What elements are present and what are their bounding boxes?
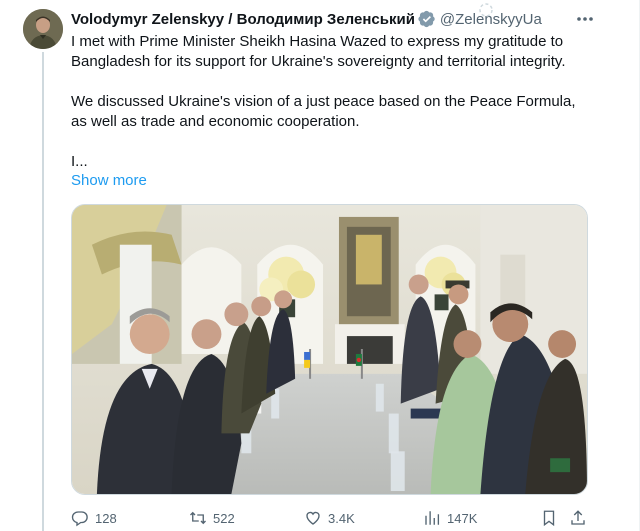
- verified-badge-icon[interactable]: [418, 10, 436, 28]
- tweet-paragraph: I met with Prime Minister Sheikh Hasina …: [71, 33, 566, 70]
- bookmark-button[interactable]: [540, 508, 558, 528]
- tweet-actions-bar: 128 522 3.4K 147K: [71, 508, 588, 528]
- heart-icon: [306, 511, 320, 525]
- thread-connector-line: [42, 52, 44, 531]
- avatar-photo: [23, 9, 63, 49]
- tweet-paragraph: We discussed Ukraine's vision of a just …: [71, 93, 576, 130]
- show-more-link[interactable]: Show more: [71, 172, 147, 189]
- repost-icon: [190, 511, 206, 525]
- views-chart-icon: [425, 511, 440, 525]
- author-avatar[interactable]: [23, 9, 63, 49]
- views-button[interactable]: 147K: [423, 508, 477, 528]
- tweet-media-photo[interactable]: [71, 204, 588, 495]
- like-button[interactable]: 3.4K: [304, 508, 355, 528]
- reply-button[interactable]: 128: [71, 508, 117, 528]
- meeting-room-photo: [72, 205, 587, 494]
- tweet-text: I met with Prime Minister Sheikh Hasina …: [71, 32, 591, 172]
- share-icon: [571, 510, 585, 525]
- repost-button[interactable]: 522: [189, 508, 235, 528]
- tweet-paragraph: I...: [71, 153, 88, 170]
- like-count: 3.4K: [328, 510, 355, 526]
- loading-spinner-icon: [479, 3, 493, 17]
- more-options-icon[interactable]: [574, 9, 596, 29]
- bookmark-icon: [543, 510, 555, 527]
- reply-count: 128: [95, 510, 117, 526]
- reply-icon: [71, 511, 88, 527]
- view-count: 147K: [447, 510, 478, 526]
- share-button[interactable]: [569, 508, 587, 528]
- tweet-header: Volodymyr Zelenskyy / Володимир Зеленськ…: [71, 9, 620, 29]
- author-display-name[interactable]: Volodymyr Zelenskyy / Володимир Зеленськ…: [71, 11, 415, 28]
- repost-count: 522: [213, 510, 235, 526]
